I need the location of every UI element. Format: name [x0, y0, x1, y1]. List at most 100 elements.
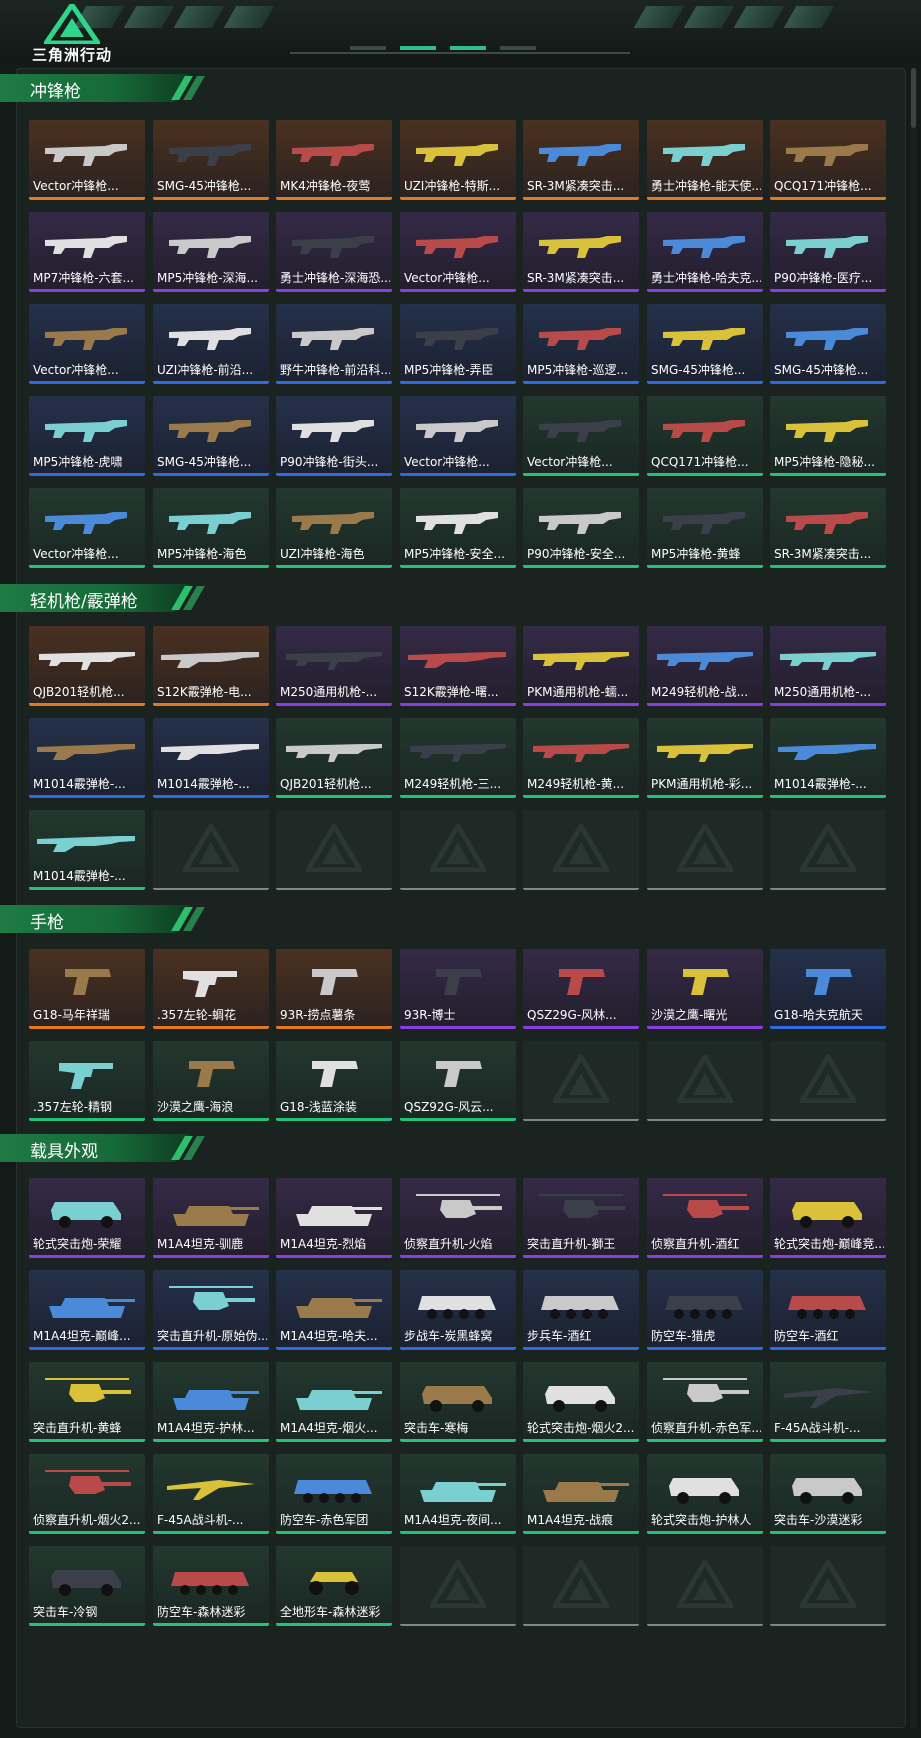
item-card[interactable]: M250通用机枪-...: [770, 626, 886, 706]
item-card[interactable]: Vector冲锋枪...: [400, 396, 516, 476]
item-card[interactable]: M1A4坦克-战痕: [523, 1454, 639, 1534]
item-card[interactable]: 突击直升机-獅王: [523, 1178, 639, 1258]
item-card[interactable]: SR-3M紧凑突击...: [523, 120, 639, 200]
item-card[interactable]: 步兵车-酒红: [523, 1270, 639, 1350]
shotgun-icon: [161, 744, 259, 760]
item-card[interactable]: 防空车-酒红: [770, 1270, 886, 1350]
item-card[interactable]: 勇士冲锋枪-深海恐...: [276, 212, 392, 292]
item-card[interactable]: 沙漠之鹰-海浪: [153, 1041, 269, 1121]
item-card[interactable]: M1A4坦克-护林...: [153, 1362, 269, 1442]
scrollbar[interactable]: [910, 68, 917, 1728]
item-card[interactable]: P90冲锋枪-街头...: [276, 396, 392, 476]
rarity-bar: [29, 1623, 145, 1626]
item-card[interactable]: 轮式突击炮-巅峰竞...: [770, 1178, 886, 1258]
item-card[interactable]: 侦察直升机-烟火2...: [29, 1454, 145, 1534]
item-card[interactable]: Vector冲锋枪...: [29, 304, 145, 384]
item-card[interactable]: .357左轮-精钢: [29, 1041, 145, 1121]
item-card[interactable]: SMG-45冲锋枪...: [770, 304, 886, 384]
item-card[interactable]: P90冲锋枪-医疗...: [770, 212, 886, 292]
item-card[interactable]: 勇士冲锋枪-能天使...: [647, 120, 763, 200]
item-card[interactable]: M1A4坦克-烟火...: [276, 1362, 392, 1442]
item-card[interactable]: M250通用机枪-...: [276, 626, 392, 706]
item-card[interactable]: MP5冲锋枪-巡逻...: [523, 304, 639, 384]
item-card[interactable]: F-45A战斗机-...: [153, 1454, 269, 1534]
item-card[interactable]: P90冲锋枪-安全...: [523, 488, 639, 568]
item-card[interactable]: 轮式突击炮-荣耀: [29, 1178, 145, 1258]
item-card[interactable]: SMG-45冲锋枪...: [647, 304, 763, 384]
item-card[interactable]: M249轻机枪-三...: [400, 718, 516, 798]
item-card[interactable]: MK4冲锋枪-夜莺: [276, 120, 392, 200]
item-card[interactable]: M249轻机枪-黄...: [523, 718, 639, 798]
rarity-bar: [153, 1531, 269, 1534]
item-card[interactable]: 防空车-赤色军团: [276, 1454, 392, 1534]
item-card[interactable]: 突击直升机-黄蜂: [29, 1362, 145, 1442]
item-card[interactable]: UZI冲锋枪-特斯...: [400, 120, 516, 200]
item-card[interactable]: MP5冲锋枪-深海...: [153, 212, 269, 292]
item-card[interactable]: 突击车-寒梅: [400, 1362, 516, 1442]
item-card[interactable]: SMG-45冲锋枪...: [153, 396, 269, 476]
item-card[interactable]: QJB201轻机枪...: [276, 718, 392, 798]
item-card[interactable]: 突击车-冷钢: [29, 1546, 145, 1626]
item-card[interactable]: S12K霰弹枪-曙...: [400, 626, 516, 706]
item-card[interactable]: 轮式突击炮-护林人: [647, 1454, 763, 1534]
item-card[interactable]: 防空车-森林迷彩: [153, 1546, 269, 1626]
item-card[interactable]: M1014霰弹枪-...: [153, 718, 269, 798]
item-card[interactable]: MP5冲锋枪-安全...: [400, 488, 516, 568]
item-card[interactable]: Vector冲锋枪...: [400, 212, 516, 292]
item-card[interactable]: 防空车-猎虎: [647, 1270, 763, 1350]
item-card[interactable]: 93R-捞点薯条: [276, 949, 392, 1029]
item-card[interactable]: QCQ171冲锋枪...: [647, 396, 763, 476]
item-card[interactable]: SR-3M紧凑突击...: [770, 488, 886, 568]
item-card[interactable]: 突击车-沙漠迷彩: [770, 1454, 886, 1534]
empty-slot: [523, 1546, 639, 1626]
item-card[interactable]: Vector冲锋枪...: [29, 120, 145, 200]
item-card[interactable]: QCQ171冲锋枪...: [770, 120, 886, 200]
item-card[interactable]: M249轻机枪-战...: [647, 626, 763, 706]
item-card[interactable]: 野牛冲锋枪-前沿科...: [276, 304, 392, 384]
item-card[interactable]: Vector冲锋枪...: [29, 488, 145, 568]
item-card[interactable]: 勇士冲锋枪-哈夫克...: [647, 212, 763, 292]
item-card[interactable]: 突击直升机-原始伪...: [153, 1270, 269, 1350]
item-card[interactable]: .357左轮-蜩花: [153, 949, 269, 1029]
item-card[interactable]: UZI冲锋枪-前沿...: [153, 304, 269, 384]
item-card[interactable]: S12K霰弹枪-电...: [153, 626, 269, 706]
item-card[interactable]: 轮式突击炮-烟火2...: [523, 1362, 639, 1442]
item-card[interactable]: SMG-45冲锋枪...: [153, 120, 269, 200]
scrollbar-thumb[interactable]: [911, 68, 916, 128]
item-card[interactable]: MP7冲锋枪-六套...: [29, 212, 145, 292]
item-card[interactable]: M1A4坦克-烈焰: [276, 1178, 392, 1258]
item-card[interactable]: G18-浅蓝涂装: [276, 1041, 392, 1121]
item-card[interactable]: M1A4坦克-巅峰...: [29, 1270, 145, 1350]
item-card[interactable]: QSZ29G-风林...: [523, 949, 639, 1029]
item-card[interactable]: QSZ92G-风云...: [400, 1041, 516, 1121]
item-card[interactable]: G18-哈夫克航天: [770, 949, 886, 1029]
item-card[interactable]: M1014霰弹枪-...: [29, 718, 145, 798]
item-card[interactable]: SR-3M紧凑突击...: [523, 212, 639, 292]
item-card[interactable]: M1A4坦克-驯鹿: [153, 1178, 269, 1258]
item-card[interactable]: 全地形车-森林迷彩: [276, 1546, 392, 1626]
item-card[interactable]: MP5冲锋枪-虎啸: [29, 396, 145, 476]
item-card[interactable]: 步战车-炭黑蜂窝: [400, 1270, 516, 1350]
item-card[interactable]: 沙漠之鹰-曙光: [647, 949, 763, 1029]
item-card[interactable]: M1014霰弹枪-...: [770, 718, 886, 798]
item-card[interactable]: MP5冲锋枪-海色: [153, 488, 269, 568]
item-card[interactable]: QJB201轻机枪...: [29, 626, 145, 706]
item-card[interactable]: 侦察直升机-酒红: [647, 1178, 763, 1258]
item-card[interactable]: M1A4坦克-夜间...: [400, 1454, 516, 1534]
item-card[interactable]: MP5冲锋枪-黄蜂: [647, 488, 763, 568]
item-card[interactable]: M1A4坦克-哈夫...: [276, 1270, 392, 1350]
item-card[interactable]: MP5冲锋枪-隐秘...: [770, 396, 886, 476]
item-card[interactable]: 侦察直升机-火焰: [400, 1178, 516, 1258]
item-card[interactable]: MP5冲锋枪-弄臣: [400, 304, 516, 384]
item-card[interactable]: M1014霰弹枪-...: [29, 810, 145, 890]
item-card[interactable]: UZI冲锋枪-海色: [276, 488, 392, 568]
item-card[interactable]: G18-马年祥瑞: [29, 949, 145, 1029]
item-card[interactable]: 侦察直升机-赤色军...: [647, 1362, 763, 1442]
item-card[interactable]: PKM通用机枪-蠕...: [523, 626, 639, 706]
item-card[interactable]: F-45A战斗机-...: [770, 1362, 886, 1442]
item-card[interactable]: 93R-博士: [400, 949, 516, 1029]
item-card[interactable]: PKM通用机枪-彩...: [647, 718, 763, 798]
revolver-icon: [183, 971, 237, 997]
lmg-icon: [286, 744, 382, 762]
item-card[interactable]: Vector冲锋枪...: [523, 396, 639, 476]
